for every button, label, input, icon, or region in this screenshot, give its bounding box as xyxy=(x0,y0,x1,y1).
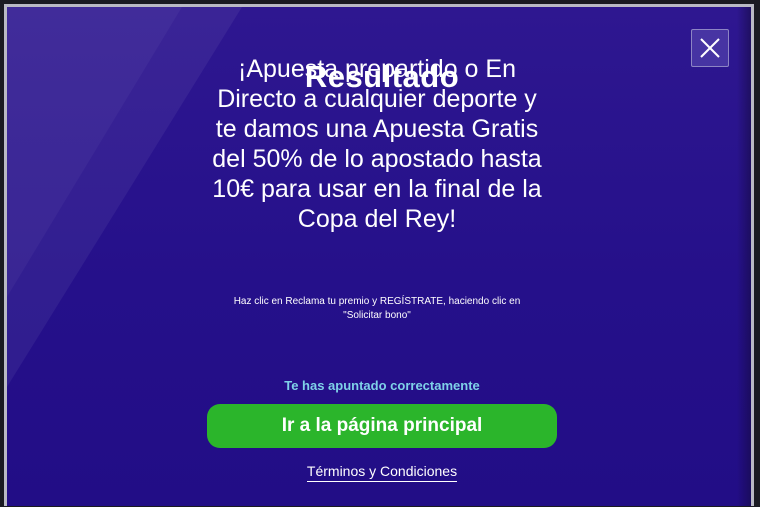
promo-instructions: Haz clic en Reclama tu premio y REGÍSTRA… xyxy=(222,295,532,323)
promo-modal: Resultado ¡Apuesta prepartido o En Direc… xyxy=(4,4,754,506)
success-message: Te has apuntado correctamente xyxy=(284,378,480,393)
instructions-line-1: Haz clic en Reclama tu premio y REGÍSTRA… xyxy=(233,296,521,307)
instructions-line-2: "Solicitar bono" xyxy=(343,310,411,321)
terms-container: Términos y Condiciones xyxy=(7,461,751,482)
terms-link[interactable]: Términos y Condiciones xyxy=(306,463,458,482)
promo-headline: ¡Apuesta prepartido o En Directo a cualq… xyxy=(212,55,542,233)
close-button[interactable] xyxy=(691,29,729,67)
close-icon xyxy=(700,38,720,58)
go-to-homepage-button[interactable]: Ir a la página principal xyxy=(207,404,557,448)
